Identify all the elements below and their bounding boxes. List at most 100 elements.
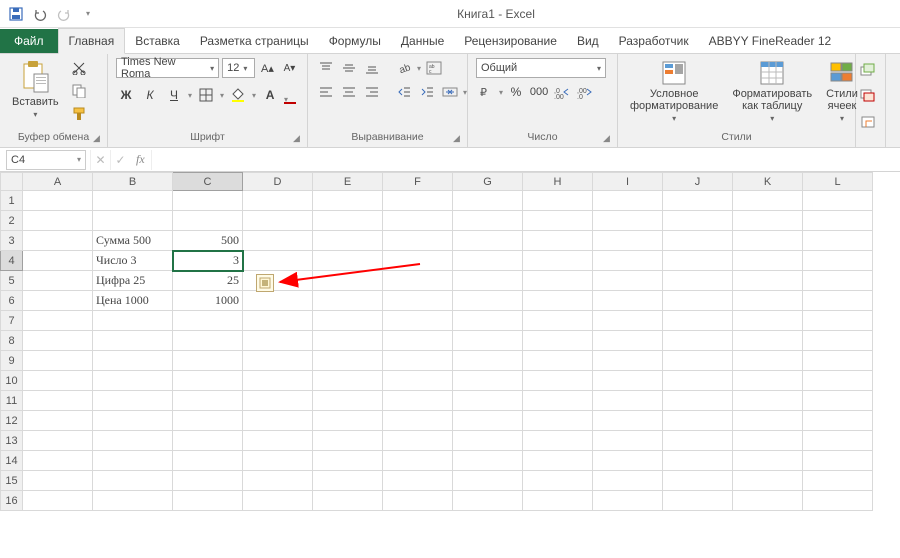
cell-H16[interactable] (523, 491, 593, 511)
cell-L7[interactable] (803, 311, 873, 331)
cell-G2[interactable] (453, 211, 523, 231)
column-header-G[interactable]: G (453, 173, 523, 191)
cell-L11[interactable] (803, 391, 873, 411)
italic-button[interactable]: К (140, 85, 160, 105)
cell-B1[interactable] (93, 191, 173, 211)
cell-L9[interactable] (803, 351, 873, 371)
decrease-indent-icon[interactable] (394, 82, 414, 102)
cell-H1[interactable] (523, 191, 593, 211)
cell-G7[interactable] (453, 311, 523, 331)
cell-F6[interactable] (383, 291, 453, 311)
cell-H2[interactable] (523, 211, 593, 231)
cell-H14[interactable] (523, 451, 593, 471)
cell-D5[interactable] (243, 271, 313, 291)
cell-J13[interactable] (663, 431, 733, 451)
cell-B3[interactable]: Сумма 500 (93, 231, 173, 251)
cut-icon[interactable] (69, 58, 89, 78)
tab-developer[interactable]: Разработчик (609, 29, 699, 53)
cell-L15[interactable] (803, 471, 873, 491)
cell-A10[interactable] (23, 371, 93, 391)
cell-F4[interactable] (383, 251, 453, 271)
cell-D8[interactable] (243, 331, 313, 351)
cell-H4[interactable] (523, 251, 593, 271)
dialog-launcher-icon[interactable]: ◢ (603, 133, 615, 145)
cell-C2[interactable] (173, 211, 243, 231)
cell-F5[interactable] (383, 271, 453, 291)
cell-B5[interactable]: Цифра 25 (93, 271, 173, 291)
row-header-2[interactable]: 2 (1, 211, 23, 231)
cell-B7[interactable] (93, 311, 173, 331)
cell-D1[interactable] (243, 191, 313, 211)
align-bottom-icon[interactable] (362, 58, 382, 78)
cell-B12[interactable] (93, 411, 173, 431)
cell-G16[interactable] (453, 491, 523, 511)
cell-G10[interactable] (453, 371, 523, 391)
wrap-text-icon[interactable]: abc (424, 58, 444, 78)
fx-icon[interactable]: fx (130, 152, 151, 167)
cell-I14[interactable] (593, 451, 663, 471)
row-header-11[interactable]: 11 (1, 391, 23, 411)
file-tab[interactable]: Файл (0, 29, 58, 53)
cell-F9[interactable] (383, 351, 453, 371)
cell-H9[interactable] (523, 351, 593, 371)
column-header-C[interactable]: C (173, 173, 243, 191)
row-header-6[interactable]: 6 (1, 291, 23, 311)
autofill-options-icon[interactable] (256, 274, 274, 292)
cell-K9[interactable] (733, 351, 803, 371)
cell-E15[interactable] (313, 471, 383, 491)
cell-D15[interactable] (243, 471, 313, 491)
cell-H8[interactable] (523, 331, 593, 351)
cell-K11[interactable] (733, 391, 803, 411)
decrease-font-icon[interactable]: A▾ (280, 58, 299, 78)
cancel-formula-icon[interactable]: ✕ (90, 150, 110, 170)
cell-K7[interactable] (733, 311, 803, 331)
cell-F14[interactable] (383, 451, 453, 471)
cell-I11[interactable] (593, 391, 663, 411)
cell-L2[interactable] (803, 211, 873, 231)
cell-L16[interactable] (803, 491, 873, 511)
cell-C16[interactable] (173, 491, 243, 511)
cell-I10[interactable] (593, 371, 663, 391)
cell-G14[interactable] (453, 451, 523, 471)
cell-D12[interactable] (243, 411, 313, 431)
tab-page-layout[interactable]: Разметка страницы (190, 29, 319, 53)
cell-H3[interactable] (523, 231, 593, 251)
increase-indent-icon[interactable] (417, 82, 437, 102)
align-middle-icon[interactable] (339, 58, 359, 78)
cell-A13[interactable] (23, 431, 93, 451)
copy-icon[interactable] (69, 81, 89, 101)
cell-E10[interactable] (313, 371, 383, 391)
align-top-icon[interactable] (316, 58, 336, 78)
cell-B13[interactable] (93, 431, 173, 451)
cell-G15[interactable] (453, 471, 523, 491)
cell-J8[interactable] (663, 331, 733, 351)
cell-I15[interactable] (593, 471, 663, 491)
cell-B9[interactable] (93, 351, 173, 371)
cell-K14[interactable] (733, 451, 803, 471)
cell-D2[interactable] (243, 211, 313, 231)
cell-D16[interactable] (243, 491, 313, 511)
cell-B14[interactable] (93, 451, 173, 471)
cell-L10[interactable] (803, 371, 873, 391)
cell-D3[interactable] (243, 231, 313, 251)
tab-abbyy[interactable]: ABBYY FineReader 12 (699, 29, 842, 53)
cell-A3[interactable] (23, 231, 93, 251)
dialog-launcher-icon[interactable]: ◢ (453, 133, 465, 145)
cell-E13[interactable] (313, 431, 383, 451)
cell-L8[interactable] (803, 331, 873, 351)
row-header-8[interactable]: 8 (1, 331, 23, 351)
cell-K10[interactable] (733, 371, 803, 391)
cell-K8[interactable] (733, 331, 803, 351)
cell-C13[interactable] (173, 431, 243, 451)
row-header-9[interactable]: 9 (1, 351, 23, 371)
cell-K6[interactable] (733, 291, 803, 311)
cell-A1[interactable] (23, 191, 93, 211)
cell-E7[interactable] (313, 311, 383, 331)
font-color-icon[interactable]: A (260, 85, 280, 105)
cell-H10[interactable] (523, 371, 593, 391)
row-header-3[interactable]: 3 (1, 231, 23, 251)
cell-I13[interactable] (593, 431, 663, 451)
fill-color-icon[interactable] (228, 85, 248, 105)
undo-icon[interactable] (30, 4, 50, 24)
insert-cells-icon[interactable] (858, 60, 878, 80)
